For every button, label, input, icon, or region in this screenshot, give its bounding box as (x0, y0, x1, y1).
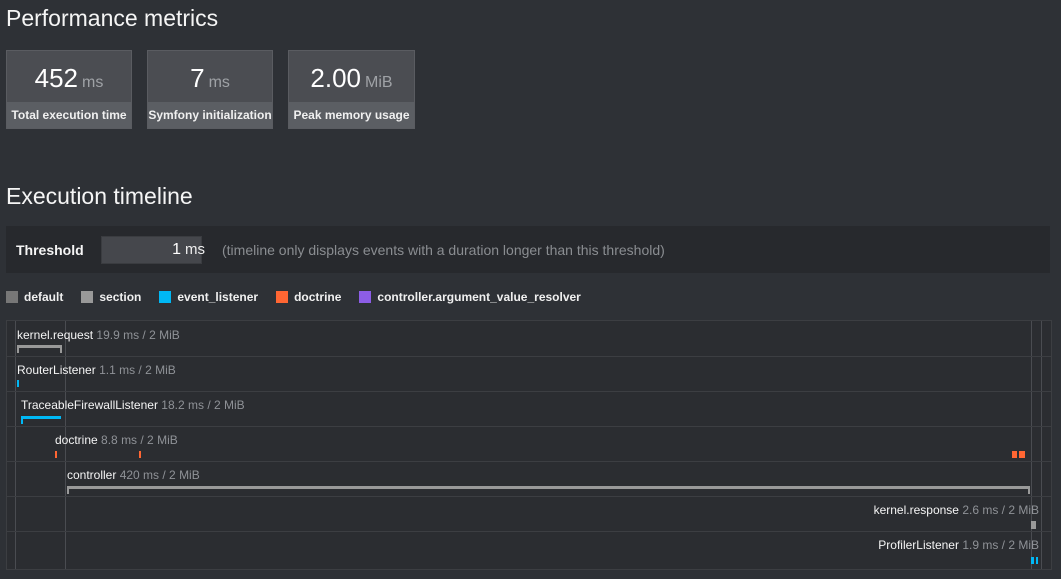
event-bar[interactable] (1036, 557, 1038, 564)
legend-label: doctrine (294, 290, 342, 304)
metric-value: 7 (190, 63, 205, 93)
event-duration: 19.9 ms / 2 MiB (96, 328, 180, 342)
event-label: controller 420 ms / 2 MiB (67, 468, 200, 482)
event-bar[interactable] (67, 486, 1030, 489)
legend-swatch (276, 291, 289, 303)
event-duration: 420 ms / 2 MiB (119, 468, 200, 482)
timeline-legend: default section event_listener doctrine … (6, 290, 599, 304)
event-name: doctrine (55, 433, 98, 447)
event-name: kernel.response (873, 503, 959, 517)
metric-peak-memory-usage: 2.00 MiB Peak memory usage (288, 50, 415, 129)
timeline-row-controller: controller 420 ms / 2 MiB (7, 461, 1051, 497)
metric-unit: ms (208, 74, 230, 91)
legend-item-event-listener[interactable]: event_listener (159, 290, 258, 304)
event-name: kernel.request (17, 328, 94, 342)
event-bar[interactable] (17, 380, 19, 387)
event-bar-cap (60, 345, 62, 353)
event-bar[interactable] (1031, 521, 1036, 529)
event-bar[interactable] (1019, 451, 1025, 458)
timeline-row-kernel-response: kernel.response 2.6 ms / 2 MiB (7, 496, 1051, 532)
legend-label: default (24, 290, 64, 304)
metric-unit: MiB (365, 74, 393, 91)
event-duration: 1.9 ms / 2 MiB (962, 538, 1039, 552)
legend-swatch (6, 291, 18, 303)
timeline-row-kernel-request: kernel.request 19.9 ms / 2 MiB (7, 321, 1051, 357)
timeline-row-doctrine: doctrine 8.8 ms / 2 MiB (7, 426, 1051, 462)
legend-swatch (359, 291, 372, 303)
event-name: RouterListener (17, 363, 96, 377)
event-bar[interactable] (1012, 451, 1017, 458)
execution-timeline-heading: Execution timeline (6, 183, 193, 209)
legend-item-section[interactable]: section (81, 290, 141, 304)
event-bar-cap (17, 345, 19, 353)
event-duration: 1.1 ms / 2 MiB (99, 363, 176, 377)
event-bar-cap (67, 486, 69, 494)
event-name: TraceableFirewallListener (21, 398, 158, 412)
event-name: controller (67, 468, 117, 482)
event-bar-cap (1028, 486, 1030, 494)
performance-metrics-heading: Performance metrics (6, 5, 219, 31)
event-bar[interactable] (21, 416, 61, 419)
event-bar[interactable] (55, 451, 57, 458)
event-label: ProfilerListener 1.9 ms / 2 MiB (878, 538, 1039, 552)
event-bar[interactable] (17, 345, 62, 348)
event-label: doctrine 8.8 ms / 2 MiB (55, 433, 178, 447)
legend-item-default[interactable]: default (6, 290, 63, 304)
event-bar[interactable] (139, 451, 141, 458)
metric-value: 452 (34, 63, 79, 93)
event-label: kernel.request 19.9 ms / 2 MiB (17, 328, 180, 342)
metrics-panel: 452 ms Total execution time 7 ms Symfony i… (6, 50, 415, 129)
metric-unit: ms (82, 74, 104, 91)
legend-swatch (159, 291, 172, 303)
execution-timeline: kernel.request 19.9 ms / 2 MiB RouterLis… (6, 320, 1052, 570)
legend-label: section (99, 290, 142, 304)
legend-swatch (81, 291, 94, 303)
event-label: kernel.response 2.6 ms / 2 MiB (874, 503, 1039, 517)
event-label: RouterListener 1.1 ms / 2 MiB (17, 363, 176, 377)
metric-symfony-initialization: 7 ms Symfony initialization (147, 50, 273, 129)
legend-item-doctrine[interactable]: doctrine (276, 290, 341, 304)
metric-value: 2.00 (310, 63, 362, 93)
event-duration: 8.8 ms / 2 MiB (101, 433, 178, 447)
threshold-help-text: (timeline only displays events with a du… (222, 242, 665, 258)
threshold-unit: ms (185, 241, 205, 258)
threshold-label: Threshold (16, 242, 84, 258)
metric-label: Symfony initialization (148, 102, 272, 128)
event-duration: 18.2 ms / 2 MiB (161, 398, 245, 412)
event-label: TraceableFirewallListener 18.2 ms / 2 Mi… (21, 398, 245, 412)
timeline-row-router-listener: RouterListener 1.1 ms / 2 MiB (7, 356, 1051, 392)
event-bar[interactable] (1031, 557, 1034, 564)
event-name: ProfilerListener (878, 538, 959, 552)
legend-item-argument-value-resolver[interactable]: controller.argument_value_resolver (359, 290, 581, 304)
legend-label: controller.argument_value_resolver (377, 290, 581, 304)
threshold-bar: Threshold 1 ms (timeline only displays e… (6, 226, 1050, 273)
legend-label: event_listener (177, 290, 259, 304)
metric-total-execution-time: 452 ms Total execution time (6, 50, 132, 129)
metric-label: Peak memory usage (289, 102, 414, 128)
timeline-row-traceable-firewall-listener: TraceableFirewallListener 18.2 ms / 2 Mi… (7, 391, 1051, 427)
metric-label: Total execution time (7, 102, 131, 128)
timeline-row-profiler-listener: ProfilerListener 1.9 ms / 2 MiB (7, 531, 1051, 566)
event-duration: 2.6 ms / 2 MiB (962, 503, 1039, 517)
event-bar-cap (21, 416, 23, 424)
